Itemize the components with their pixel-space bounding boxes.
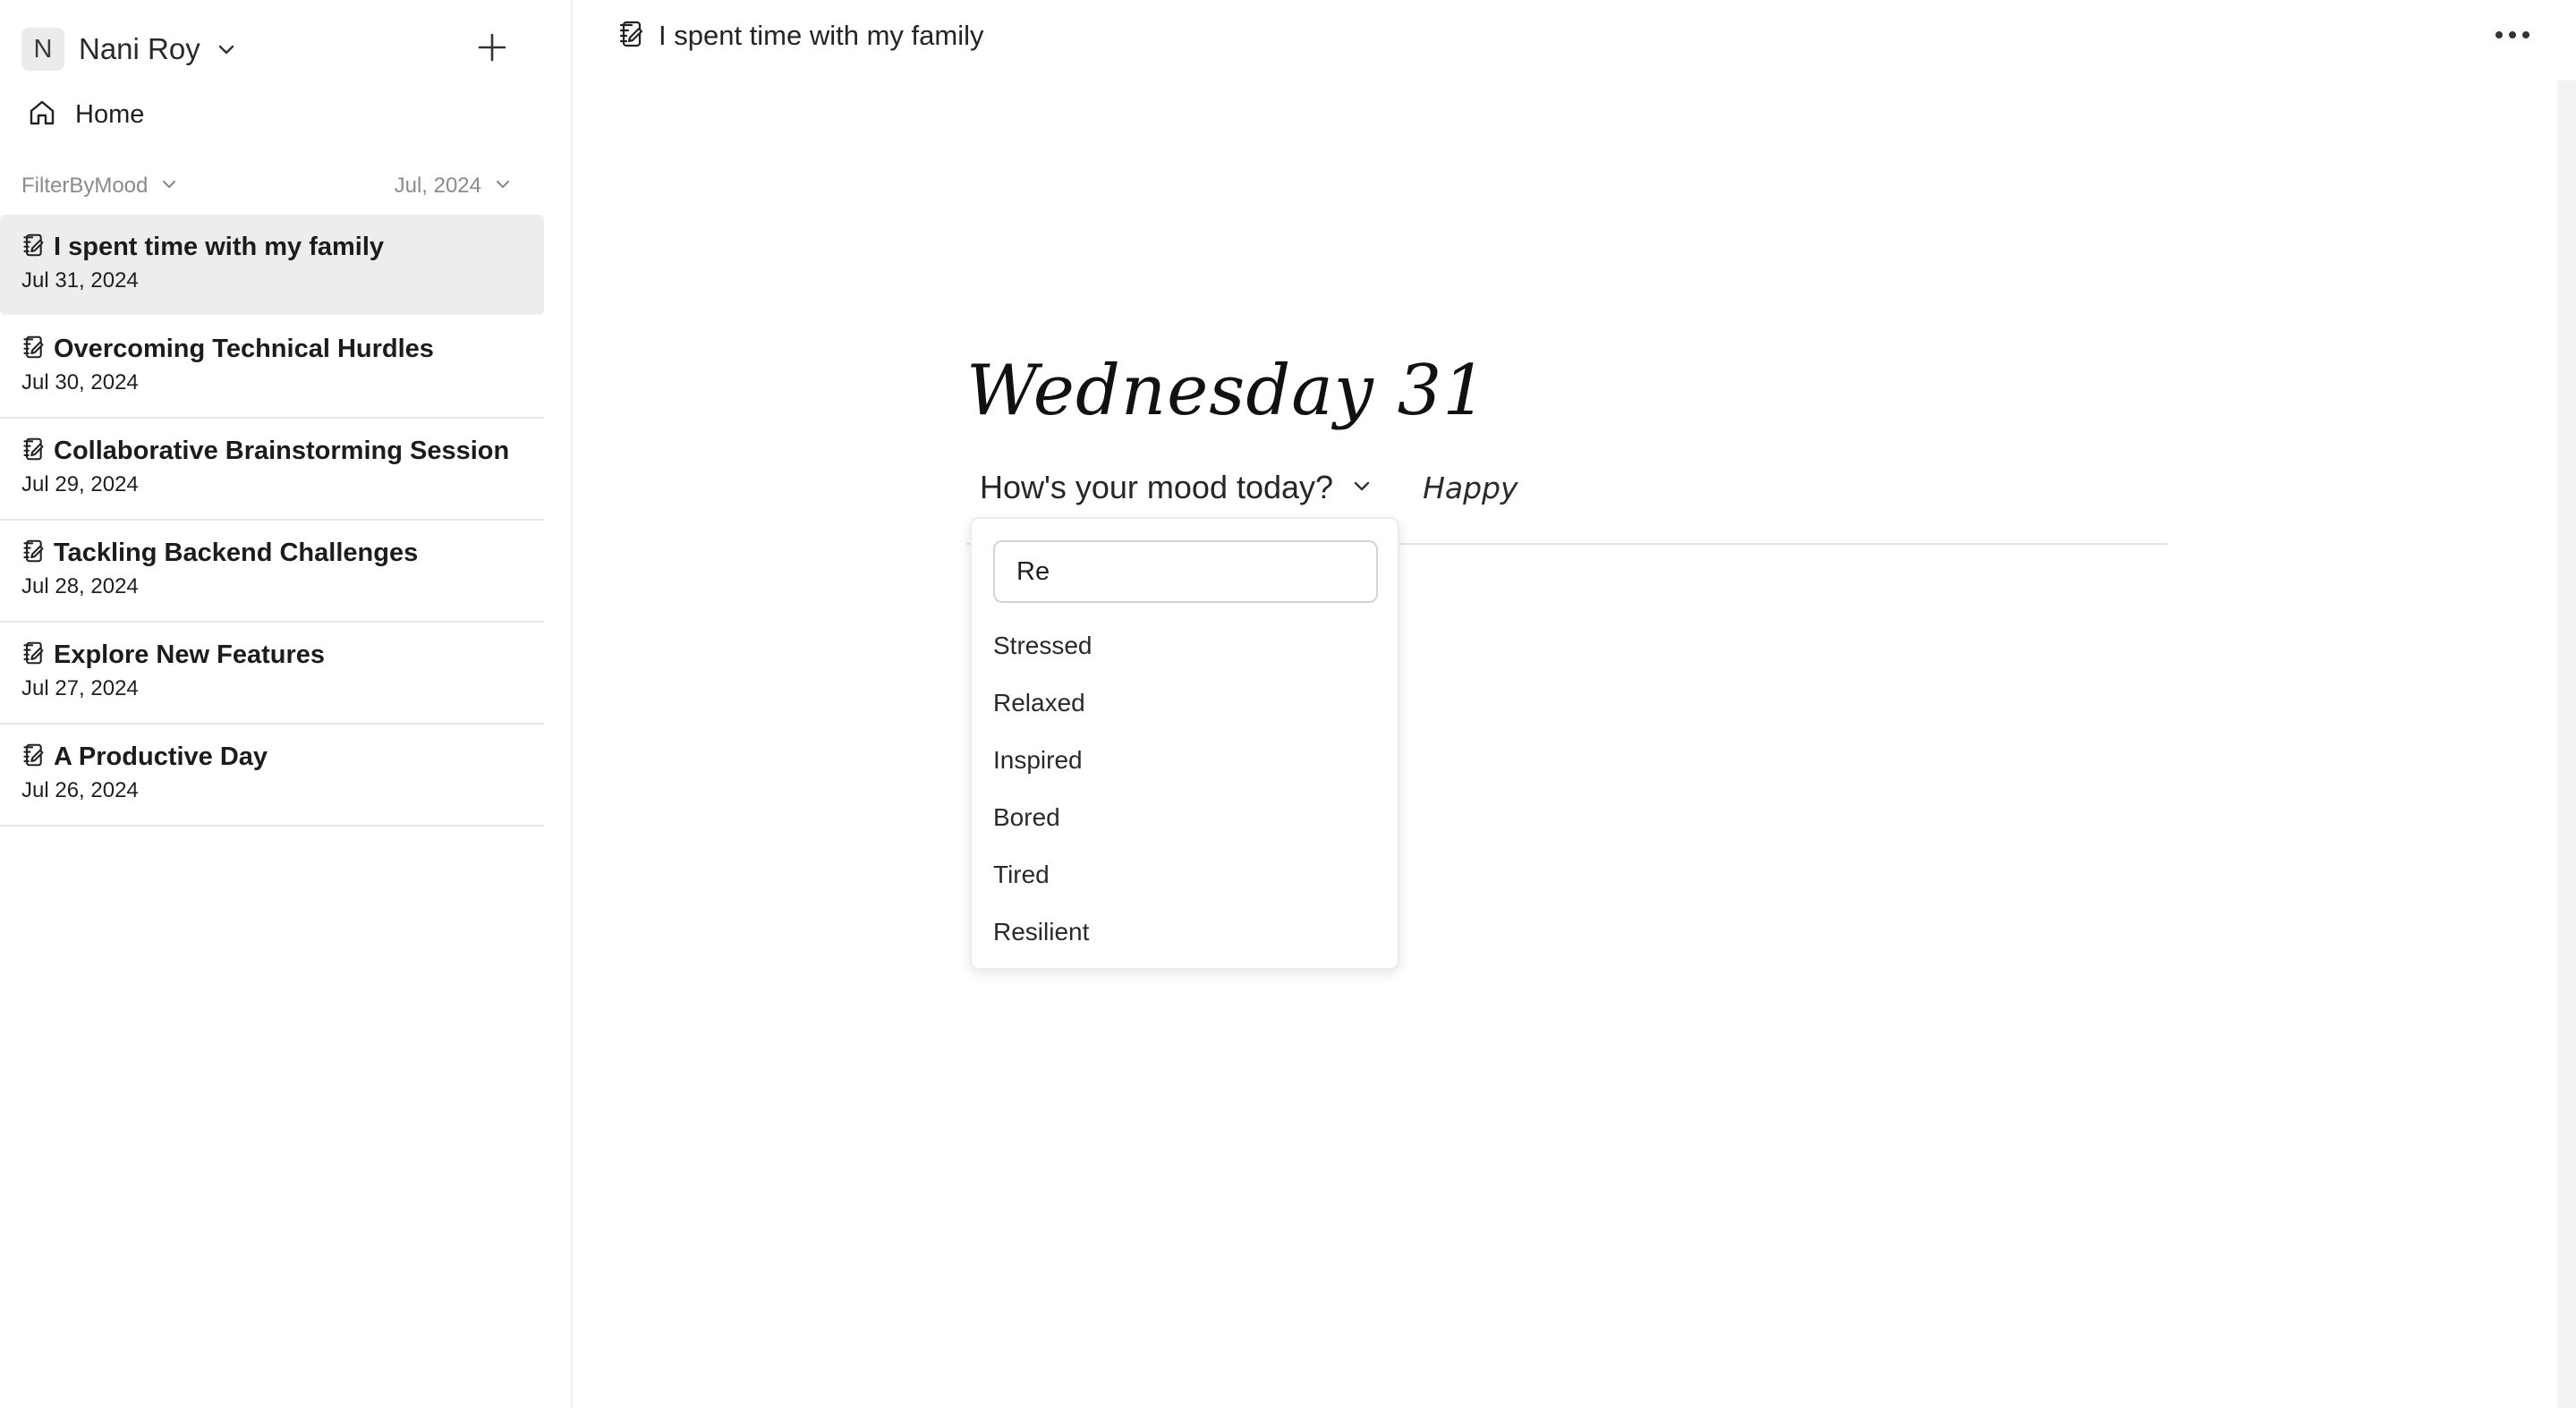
entry-title: Explore New Features bbox=[54, 640, 325, 669]
mood-option[interactable]: Resilient bbox=[993, 903, 1378, 961]
chevron-down-icon bbox=[1333, 475, 1373, 501]
selected-mood: Happy bbox=[1423, 470, 1518, 505]
sidebar-item-home[interactable]: Home bbox=[27, 95, 295, 134]
chevron-down-icon bbox=[481, 175, 512, 198]
journal-app: N Nani Roy Home FilterByMood Jul, 2024 I… bbox=[0, 0, 2576, 1408]
mood-option[interactable]: Inspired bbox=[993, 732, 1378, 789]
entry-title-row: Explore New Features bbox=[21, 639, 544, 671]
entry-list-item[interactable]: Explore New Features Jul 27, 2024 bbox=[0, 623, 544, 725]
avatar: N bbox=[21, 28, 64, 71]
home-label: Home bbox=[75, 99, 145, 129]
sidebar: N Nani Roy Home FilterByMood Jul, 2024 I… bbox=[0, 0, 573, 1408]
entry-list-item[interactable]: Overcoming Technical Hurdles Jul 30, 2024 bbox=[0, 317, 544, 419]
entry-title: Tackling Backend Challenges bbox=[54, 538, 419, 567]
day-heading: Wednesday 31 bbox=[966, 351, 1488, 431]
journal-edit-icon bbox=[21, 539, 45, 568]
mood-dropdown: StressedRelaxedInspiredBoredTiredResilie… bbox=[970, 517, 1399, 970]
entry-list-item[interactable]: I spent time with my family Jul 31, 2024 bbox=[0, 215, 544, 315]
mood-prompt: How's your mood today? bbox=[980, 469, 1334, 505]
entry-title-row: Overcoming Technical Hurdles bbox=[21, 333, 544, 365]
filter-by-mood-dropdown[interactable]: FilterByMood bbox=[21, 174, 178, 199]
entry-list-item[interactable]: Tackling Backend Challenges Jul 28, 2024 bbox=[0, 521, 544, 623]
entry-list-item[interactable]: Collaborative Brainstorming Session Jul 2… bbox=[0, 419, 544, 521]
entry-list-item[interactable]: A Productive Day Jul 26, 2024 bbox=[0, 725, 544, 827]
more-options-button[interactable] bbox=[2493, 20, 2532, 52]
mood-option-list: Stressed Relaxed Inspired Bored Tired Resilie… bbox=[993, 617, 1378, 961]
entry-title: Overcoming Technical Hurdles bbox=[54, 334, 434, 363]
month-filter-label: Jul, 2024 bbox=[394, 174, 481, 198]
entry-title: A Productive Day bbox=[54, 742, 268, 771]
mood-row: How's your mood today? Happy bbox=[980, 465, 1518, 510]
entry-title-row: A Productive Day bbox=[21, 741, 544, 773]
journal-edit-icon bbox=[21, 640, 45, 670]
filter-mood-label: FilterByMood bbox=[21, 174, 149, 198]
journal-edit-icon bbox=[617, 20, 644, 53]
chevron-down-icon bbox=[217, 39, 236, 59]
journal-edit-icon bbox=[21, 437, 45, 466]
mood-option[interactable]: Stressed bbox=[993, 617, 1378, 674]
mood-option[interactable]: Relaxed bbox=[993, 674, 1378, 732]
entry-title: I spent time with my family bbox=[54, 232, 385, 261]
entry-title-row: Tackling Backend Challenges bbox=[21, 537, 544, 569]
entry-date: Jul 27, 2024 bbox=[21, 676, 139, 700]
mood-option[interactable]: Tired bbox=[993, 846, 1378, 903]
mood-search-input[interactable] bbox=[993, 540, 1378, 603]
home-icon bbox=[27, 98, 57, 132]
month-filter-dropdown[interactable]: Jul, 2024 bbox=[395, 174, 512, 199]
chevron-down-icon bbox=[148, 175, 178, 198]
mood-select-button[interactable]: How's your mood today? bbox=[980, 469, 1373, 506]
more-horizontal-icon bbox=[2495, 28, 2530, 44]
mood-option[interactable]: Bored bbox=[993, 789, 1378, 846]
entry-title-row: I spent time with my family bbox=[21, 231, 544, 263]
entry-date: Jul 30, 2024 bbox=[21, 370, 139, 394]
document-header: I spent time with my family bbox=[617, 16, 983, 55]
entry-date: Jul 29, 2024 bbox=[21, 472, 139, 496]
entry-title-row: Collaborative Brainstorming Session bbox=[21, 435, 544, 467]
add-entry-button[interactable] bbox=[471, 28, 514, 71]
entry-date: Jul 31, 2024 bbox=[21, 268, 139, 293]
entry-list: I spent time with my family Jul 31, 2024 O… bbox=[0, 215, 544, 827]
journal-edit-icon bbox=[21, 742, 45, 772]
filter-bar: FilterByMood Jul, 2024 bbox=[21, 170, 512, 202]
entry-date: Jul 26, 2024 bbox=[21, 778, 139, 802]
plus-icon bbox=[477, 32, 507, 67]
entry-title: Collaborative Brainstorming Session bbox=[54, 436, 510, 465]
journal-edit-icon bbox=[21, 335, 45, 364]
page-title: I spent time with my family bbox=[659, 20, 984, 51]
journal-edit-icon bbox=[21, 233, 45, 262]
scrollbar[interactable] bbox=[2557, 81, 2576, 1408]
user-name: Nani Roy bbox=[79, 32, 200, 65]
entry-date: Jul 28, 2024 bbox=[21, 574, 139, 598]
